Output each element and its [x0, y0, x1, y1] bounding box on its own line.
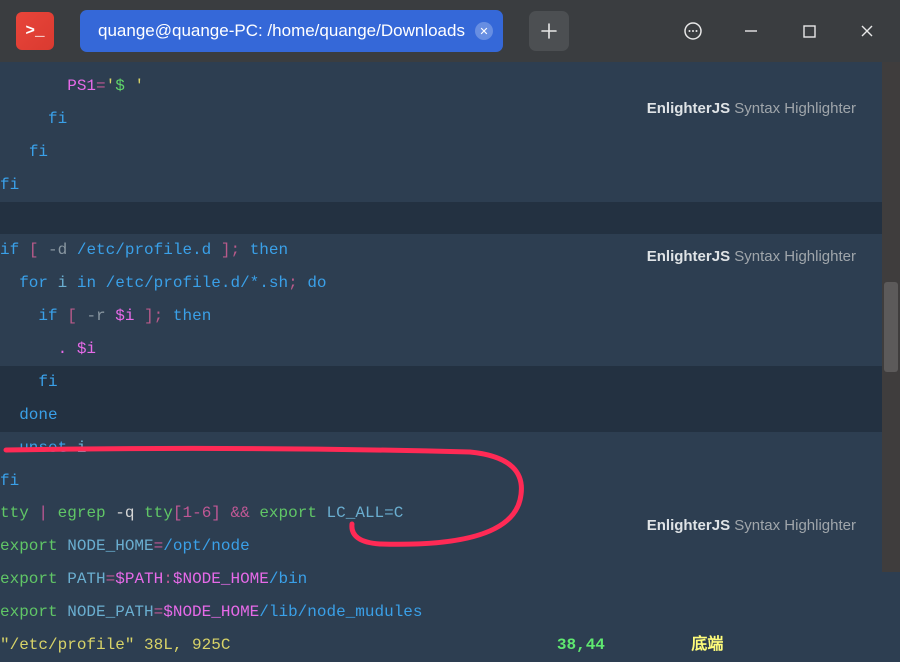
- syntax-attribution: EnlighterJS Syntax Highlighter: [647, 248, 856, 265]
- minimize-button[interactable]: [726, 11, 776, 51]
- code-line: if [ -r $i ]; then: [0, 300, 900, 333]
- code-line: fi: [0, 169, 900, 202]
- scrollbar-thumb[interactable]: [884, 282, 898, 372]
- tab-close-icon[interactable]: ✕: [475, 22, 493, 40]
- menu-button[interactable]: [668, 11, 718, 51]
- cursor-position: 38,44: [557, 636, 605, 654]
- code-line: unset i: [0, 432, 900, 465]
- scroll-indicator: 底端: [691, 636, 723, 654]
- code-line: done: [0, 399, 900, 432]
- syntax-attribution: EnlighterJS Syntax Highlighter: [647, 517, 856, 534]
- code-line: . $i: [0, 333, 900, 366]
- close-icon: [860, 24, 874, 38]
- vertical-scrollbar[interactable]: [882, 62, 900, 572]
- minimize-icon: [744, 24, 758, 38]
- vim-status-line: "/etc/profile" 38L, 925C 38,44 底端: [0, 629, 900, 662]
- code-line: fi: [0, 465, 900, 498]
- code-line: [0, 202, 900, 235]
- ellipsis-icon: [683, 21, 703, 41]
- code-line: export NODE_PATH=$NODE_HOME/lib/node_mud…: [0, 596, 900, 629]
- code-line: export PATH=$PATH:$NODE_HOME/bin: [0, 563, 900, 596]
- terminal-app-icon: >_: [16, 12, 54, 50]
- code-line: for i in /etc/profile.d/*.sh; do: [0, 267, 900, 300]
- plus-icon: [541, 23, 557, 39]
- code-line: fi: [0, 136, 900, 169]
- tab-title: quange@quange-PC: /home/quange/Downloads: [98, 21, 465, 41]
- code-line: PS1='$ ': [0, 70, 900, 103]
- code-line: fi: [0, 366, 900, 399]
- terminal-tab[interactable]: quange@quange-PC: /home/quange/Downloads…: [80, 10, 503, 52]
- maximize-button[interactable]: [784, 11, 834, 51]
- code-line: export NODE_HOME=/opt/node: [0, 530, 900, 563]
- maximize-icon: [803, 25, 816, 38]
- new-tab-button[interactable]: [529, 11, 569, 51]
- title-bar: >_ quange@quange-PC: /home/quange/Downlo…: [0, 0, 900, 62]
- close-window-button[interactable]: [842, 11, 892, 51]
- syntax-attribution: EnlighterJS Syntax Highlighter: [647, 100, 856, 117]
